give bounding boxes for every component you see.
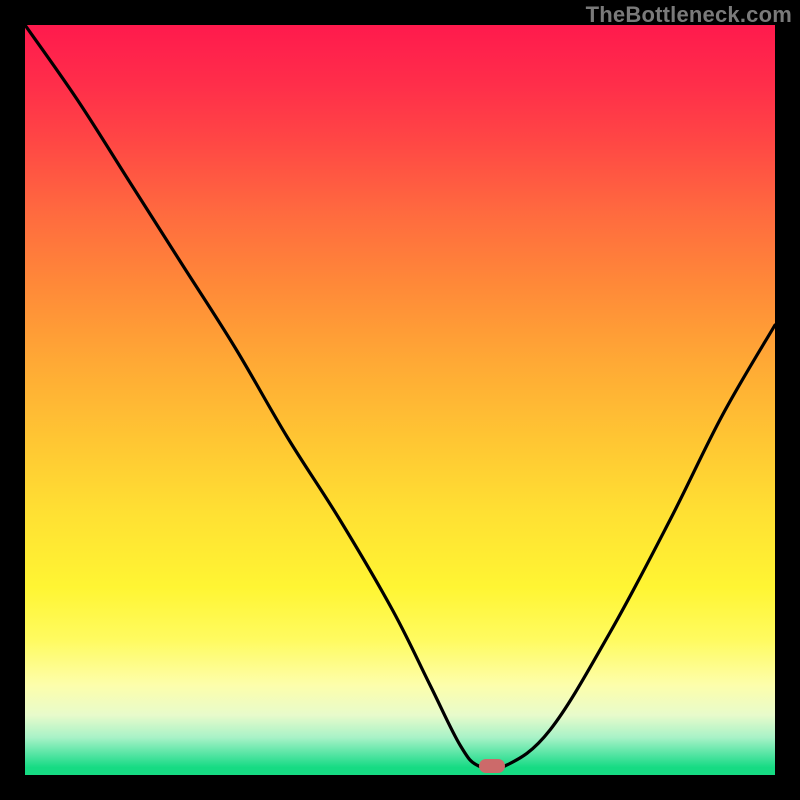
plot-area [25,25,775,775]
bottleneck-curve [25,25,775,775]
watermark-text: TheBottleneck.com [586,2,792,28]
optimal-point-marker [479,759,505,773]
bottleneck-chart: TheBottleneck.com [0,0,800,800]
